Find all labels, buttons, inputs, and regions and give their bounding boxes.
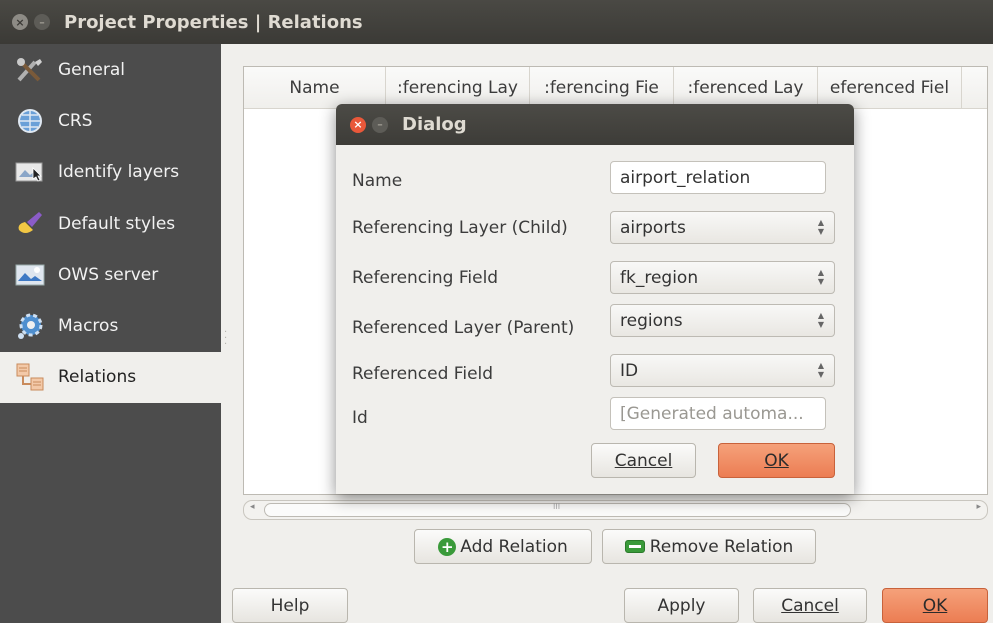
add-relation-button[interactable]: + Add Relation bbox=[414, 529, 592, 564]
table-header: Name :ferencing Lay :ferencing Fie :fere… bbox=[244, 67, 987, 109]
add-icon: + bbox=[438, 537, 457, 556]
sidebar-item-identify-layers[interactable]: Identify layers bbox=[0, 147, 221, 198]
sidebar-item-label: General bbox=[58, 59, 125, 80]
window-titlebar: × – Project Properties | Relations bbox=[0, 0, 993, 44]
referenced-layer-value: regions bbox=[620, 310, 683, 331]
name-label: Name bbox=[352, 171, 403, 191]
combo-arrows-icon: ▲ ▼ bbox=[817, 218, 824, 236]
dialog-ok-button[interactable]: OK bbox=[718, 443, 835, 478]
remove-icon bbox=[624, 540, 645, 553]
dialog-titlebar: × – Dialog bbox=[336, 104, 854, 145]
id-field-placeholder: [Generated automa... bbox=[620, 403, 804, 424]
scrollbar-grip: III bbox=[553, 502, 561, 511]
referenced-layer-label: Referenced Layer (Parent) bbox=[352, 318, 575, 338]
column-header-referencing-layer[interactable]: :ferencing Lay bbox=[386, 67, 530, 108]
name-field[interactable]: airport_relation bbox=[610, 161, 826, 194]
sidebar-item-label: CRS bbox=[58, 110, 93, 131]
sidebar-item-default-styles[interactable]: Default styles bbox=[0, 198, 221, 249]
ok-label: OK bbox=[922, 595, 948, 616]
sidebar-item-macros[interactable]: Macros bbox=[0, 300, 221, 351]
help-label: Help bbox=[270, 595, 310, 616]
macro-gear-icon bbox=[14, 312, 46, 340]
relation-dialog: × – Dialog Name airport_relation Referen… bbox=[336, 104, 854, 494]
remove-relation-label: Remove Relation bbox=[649, 536, 794, 557]
name-field-value: airport_relation bbox=[620, 167, 751, 188]
dialog-cancel-button[interactable]: Cancel bbox=[591, 443, 696, 478]
dialog-ok-label: OK bbox=[764, 450, 789, 471]
combo-arrows-icon: ▲ ▼ bbox=[817, 311, 824, 329]
id-label: Id bbox=[352, 408, 368, 428]
apply-button[interactable]: Apply bbox=[624, 588, 739, 623]
referenced-field-label: Referenced Field bbox=[352, 364, 494, 384]
cancel-button[interactable]: Cancel bbox=[753, 588, 867, 623]
apply-label: Apply bbox=[657, 595, 706, 616]
globe-icon bbox=[14, 107, 46, 135]
column-header-name[interactable]: Name bbox=[244, 67, 386, 108]
referencing-field-label: Referencing Field bbox=[352, 268, 499, 288]
scroll-right-icon[interactable]: ▸ bbox=[976, 502, 981, 512]
sidebar-item-crs[interactable]: CRS bbox=[0, 95, 221, 146]
sidebar-item-label: OWS server bbox=[58, 264, 159, 285]
window-title: Project Properties | Relations bbox=[64, 11, 363, 33]
sidebar-item-label: Macros bbox=[58, 316, 119, 337]
combo-arrows-icon: ▲ ▼ bbox=[817, 361, 824, 379]
window-close-icon[interactable]: × bbox=[12, 14, 28, 30]
referenced-field-combo[interactable]: ID ▲ ▼ bbox=[610, 354, 835, 387]
relations-icon bbox=[14, 363, 46, 391]
brush-icon bbox=[14, 210, 46, 238]
add-relation-label: Add Relation bbox=[460, 536, 568, 557]
referencing-layer-combo[interactable]: airports ▲ ▼ bbox=[610, 211, 835, 244]
horizontal-scrollbar[interactable]: ◂ III ▸ bbox=[243, 500, 988, 520]
help-button[interactable]: Help bbox=[232, 588, 348, 623]
dialog-minimize-icon[interactable]: – bbox=[372, 116, 388, 133]
id-field[interactable]: [Generated automa... bbox=[610, 397, 826, 430]
sidebar-item-ows-server[interactable]: OWS server bbox=[0, 249, 221, 300]
column-header-referencing-field[interactable]: :ferencing Fie bbox=[530, 67, 674, 108]
dialog-title: Dialog bbox=[402, 114, 467, 135]
referencing-field-value: fk_region bbox=[620, 267, 699, 288]
sidebar-item-label: Relations bbox=[58, 367, 137, 388]
ok-button[interactable]: OK bbox=[882, 588, 988, 623]
referencing-layer-label: Referencing Layer (Child) bbox=[352, 218, 568, 238]
sidebar-item-label: Default styles bbox=[58, 213, 176, 234]
sidebar-item-general[interactable]: General bbox=[0, 44, 221, 95]
referencing-layer-value: airports bbox=[620, 217, 686, 238]
dialog-close-icon[interactable]: × bbox=[350, 116, 366, 133]
identify-icon bbox=[14, 158, 46, 186]
splitter-handle[interactable]: · · · bbox=[224, 328, 228, 350]
tools-icon bbox=[14, 56, 46, 84]
sidebar-item-label: Identify layers bbox=[58, 162, 180, 183]
window-minimize-icon[interactable]: – bbox=[34, 14, 50, 30]
ows-icon bbox=[14, 261, 46, 289]
referenced-field-value: ID bbox=[620, 360, 639, 381]
sidebar: General CRS Identify layers Default styl… bbox=[0, 44, 221, 623]
referencing-field-combo[interactable]: fk_region ▲ ▼ bbox=[610, 261, 835, 294]
column-header-referenced-layer[interactable]: :ferenced Lay bbox=[674, 67, 818, 108]
sidebar-item-relations[interactable]: Relations bbox=[0, 351, 221, 404]
cancel-label: Cancel bbox=[781, 595, 839, 616]
combo-arrows-icon: ▲ ▼ bbox=[817, 268, 824, 286]
remove-relation-button[interactable]: Remove Relation bbox=[602, 529, 816, 564]
scrollbar-thumb[interactable]: III bbox=[264, 502, 851, 517]
column-header-referenced-field[interactable]: eferenced Fiel bbox=[818, 67, 962, 108]
scroll-left-icon[interactable]: ◂ bbox=[250, 502, 255, 512]
dialog-cancel-label: Cancel bbox=[614, 450, 673, 471]
referenced-layer-combo[interactable]: regions ▲ ▼ bbox=[610, 304, 835, 337]
